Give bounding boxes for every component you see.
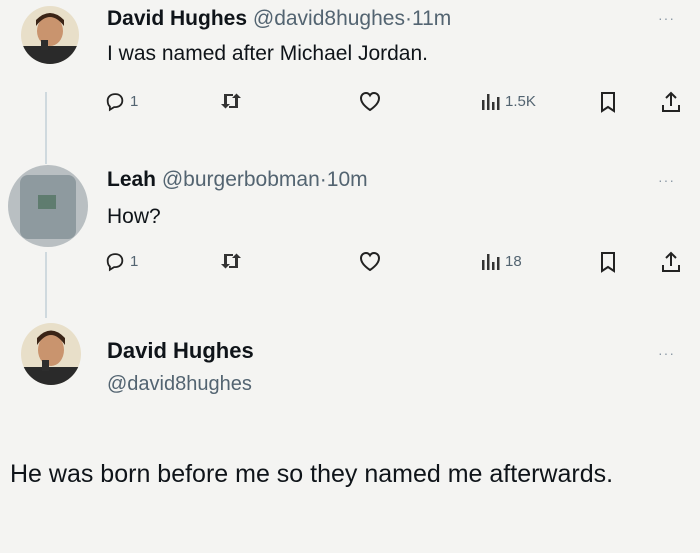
like-button[interactable] — [358, 250, 382, 272]
tweet-actions: 1 18 — [104, 250, 694, 280]
heart-icon — [359, 91, 381, 112]
views-count: 18 — [505, 252, 522, 270]
bookmark-button[interactable] — [598, 250, 618, 274]
user-handle[interactable]: @burgerbobman — [162, 168, 320, 191]
avatar[interactable] — [21, 6, 79, 64]
display-name[interactable]: Leah — [107, 168, 156, 191]
separator: · — [404, 7, 412, 30]
display-name[interactable]: David Hughes — [107, 338, 254, 364]
user-handle[interactable]: @david8hughes — [107, 373, 252, 396]
timestamp[interactable]: 11m — [412, 7, 451, 30]
heart-icon — [359, 251, 381, 272]
thread-line — [45, 92, 47, 164]
retweet-button[interactable] — [219, 250, 243, 272]
reply-button[interactable]: 1 — [104, 250, 138, 272]
user-handle[interactable]: @david8hughes — [253, 7, 405, 30]
views-button[interactable]: 1.5K — [481, 90, 536, 112]
reply-count: 1 — [130, 92, 139, 110]
thread-line — [45, 252, 47, 318]
reply-icon — [106, 93, 124, 112]
retweet-button[interactable] — [219, 90, 243, 112]
bookmark-icon — [601, 92, 615, 113]
retweet-icon — [221, 93, 241, 109]
bookmark-button[interactable] — [598, 90, 618, 114]
bookmark-icon — [601, 252, 615, 273]
share-button[interactable] — [660, 250, 682, 274]
tweet-actions: 1 1.5K — [104, 90, 694, 120]
share-icon — [662, 251, 680, 272]
display-name[interactable]: David Hughes — [107, 7, 247, 30]
like-button[interactable] — [358, 90, 382, 112]
views-count: 1.5K — [505, 92, 536, 110]
share-icon — [662, 91, 680, 112]
timestamp[interactable]: 10m — [327, 168, 368, 191]
reply-count: 1 — [130, 252, 139, 270]
reply-button[interactable]: 1 — [104, 90, 138, 112]
tweet-text: He was born before me so they named me a… — [10, 460, 614, 488]
more-options-icon[interactable]: ··· — [658, 10, 675, 26]
tweet-header: Leah @burgerbobman·10m — [107, 168, 368, 192]
tweet-text: How? — [107, 205, 161, 228]
avatar[interactable] — [21, 323, 81, 385]
tweet-text: I was named after Michael Jordan. — [107, 42, 428, 65]
avatar[interactable] — [8, 165, 88, 247]
separator: · — [319, 168, 327, 191]
tweet-header: David Hughes @david8hughes·11m — [107, 7, 451, 31]
reply-icon — [106, 253, 124, 272]
share-button[interactable] — [660, 90, 682, 114]
retweet-icon — [221, 253, 241, 269]
more-options-icon[interactable]: ··· — [658, 172, 675, 188]
views-chart-icon — [482, 254, 500, 270]
views-chart-icon — [482, 94, 500, 110]
views-button[interactable]: 18 — [481, 250, 522, 272]
more-options-icon[interactable]: ··· — [658, 345, 675, 361]
